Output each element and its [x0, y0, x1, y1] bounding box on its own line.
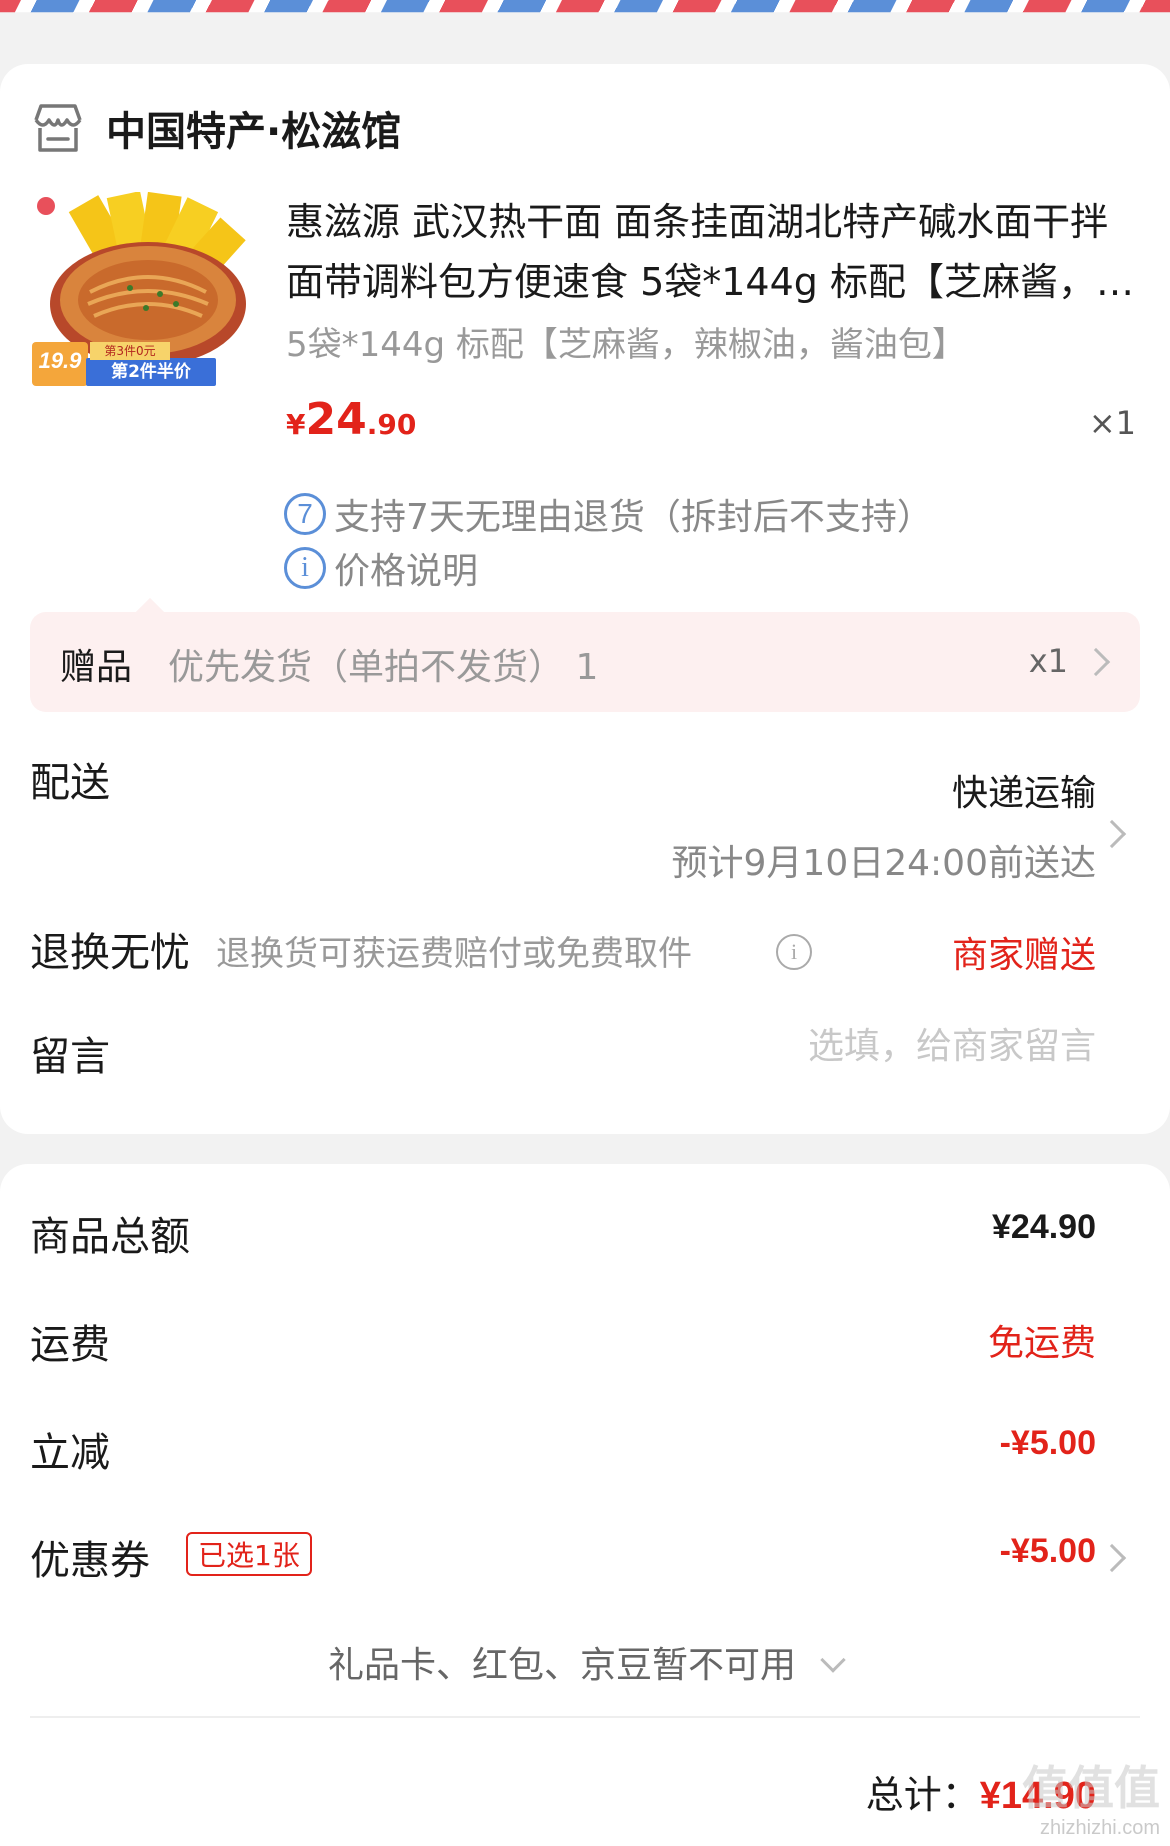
chevron-right-icon[interactable] — [1097, 1543, 1127, 1573]
service-price-note[interactable]: i 价格说明 — [284, 542, 478, 594]
product-price: ¥ 24 .90 — [286, 394, 416, 445]
service-text: 价格说明 — [334, 551, 479, 592]
gift-text: 优先发货（单拍不发货） 1 — [168, 647, 599, 688]
gift-row[interactable]: 赠品 优先发货（单拍不发货） 1 x1 — [30, 597, 1140, 712]
shipping-label: 运费 — [30, 1322, 110, 1368]
order-card: 中国特产·松滋馆 19.9 第3件0元 第2件半价 惠滋源 武汉热干面 面条挂面… — [0, 64, 1170, 1134]
return-desc: 退换货可获运费赔付或免费取件 — [216, 934, 692, 974]
watermark-site: zhizhizhi.com — [1039, 1817, 1160, 1839]
discount-value: -¥5.00 — [999, 1424, 1096, 1462]
discount-label: 立减 — [30, 1430, 110, 1476]
coupon-badge[interactable]: 已选1张 — [186, 1532, 312, 1576]
thumb-badge-price: 19.9 — [38, 348, 82, 373]
info-icon[interactable]: i — [776, 934, 812, 970]
delivery-eta: 预计9月10日24:00前送达 — [671, 843, 1096, 884]
coupon-value[interactable]: -¥5.00 — [1000, 1532, 1096, 1571]
message-input[interactable] — [676, 1026, 1096, 1067]
gift-pointer — [135, 597, 165, 627]
shop-name: 中国特产·松滋馆 — [106, 109, 402, 155]
coupon-label[interactable]: 优惠券 — [30, 1528, 150, 1586]
seven-day-icon: 7 — [284, 493, 326, 535]
unavailable-text: 礼品卡、红包、京豆暂不可用 — [327, 1645, 796, 1686]
watermark-logo: 值值值 — [1022, 1761, 1160, 1815]
service-return-policy[interactable]: 7 支持7天无理由退货（拆封后不支持） — [284, 488, 933, 540]
return-label: 退换无忧 — [30, 930, 190, 976]
message-label: 留言 — [30, 1034, 110, 1080]
chevron-right-icon[interactable] — [1097, 819, 1127, 849]
product-quantity: ×1 — [1088, 404, 1136, 442]
delivery-label: 配送 — [30, 760, 110, 806]
price-symbol: ¥ — [286, 408, 306, 441]
info-icon: i — [284, 547, 326, 589]
delivery-method[interactable]: 快递运输 — [952, 764, 1096, 816]
service-text: 支持7天无理由退货（拆封后不支持） — [334, 497, 933, 538]
thumb-badge-main: 第2件半价 — [111, 362, 191, 382]
product-thumbnail[interactable]: 19.9 第3件0元 第2件半价 — [30, 192, 254, 416]
price-integer: 24 — [305, 394, 367, 445]
unavailable-payments[interactable]: 礼品卡、红包、京豆暂不可用 — [0, 1636, 1170, 1688]
shop-header[interactable]: 中国特产·松滋馆 — [30, 100, 401, 156]
chevron-right-icon — [1081, 647, 1111, 677]
gift-label: 赠品 — [60, 647, 133, 688]
shipping-value: 免运费 — [987, 1323, 1096, 1364]
goods-total-value: ¥24.90 — [992, 1208, 1096, 1246]
product-title[interactable]: 惠滋源 武汉热干面 面条挂面湖北特产碱水面干拌面带调料包方便速食 5袋*144g… — [286, 192, 1136, 312]
product-spec: 5袋*144g 标配【芝麻酱，辣椒油，酱油包】 — [286, 325, 966, 365]
chevron-down-icon — [820, 1647, 846, 1673]
airmail-border — [0, 0, 1170, 13]
goods-total-label: 商品总额 — [30, 1214, 190, 1260]
gift-quantity: x1 — [1028, 642, 1068, 680]
store-icon — [34, 104, 82, 152]
return-value: 商家赠送 — [951, 935, 1096, 976]
price-decimal: .90 — [366, 408, 417, 441]
divider — [30, 1716, 1140, 1718]
summary-card: 商品总额 ¥24.90 运费 免运费 立减 -¥5.00 优惠券 已选1张 -¥… — [0, 1164, 1170, 1846]
total-label: 总计： — [865, 1773, 980, 1817]
